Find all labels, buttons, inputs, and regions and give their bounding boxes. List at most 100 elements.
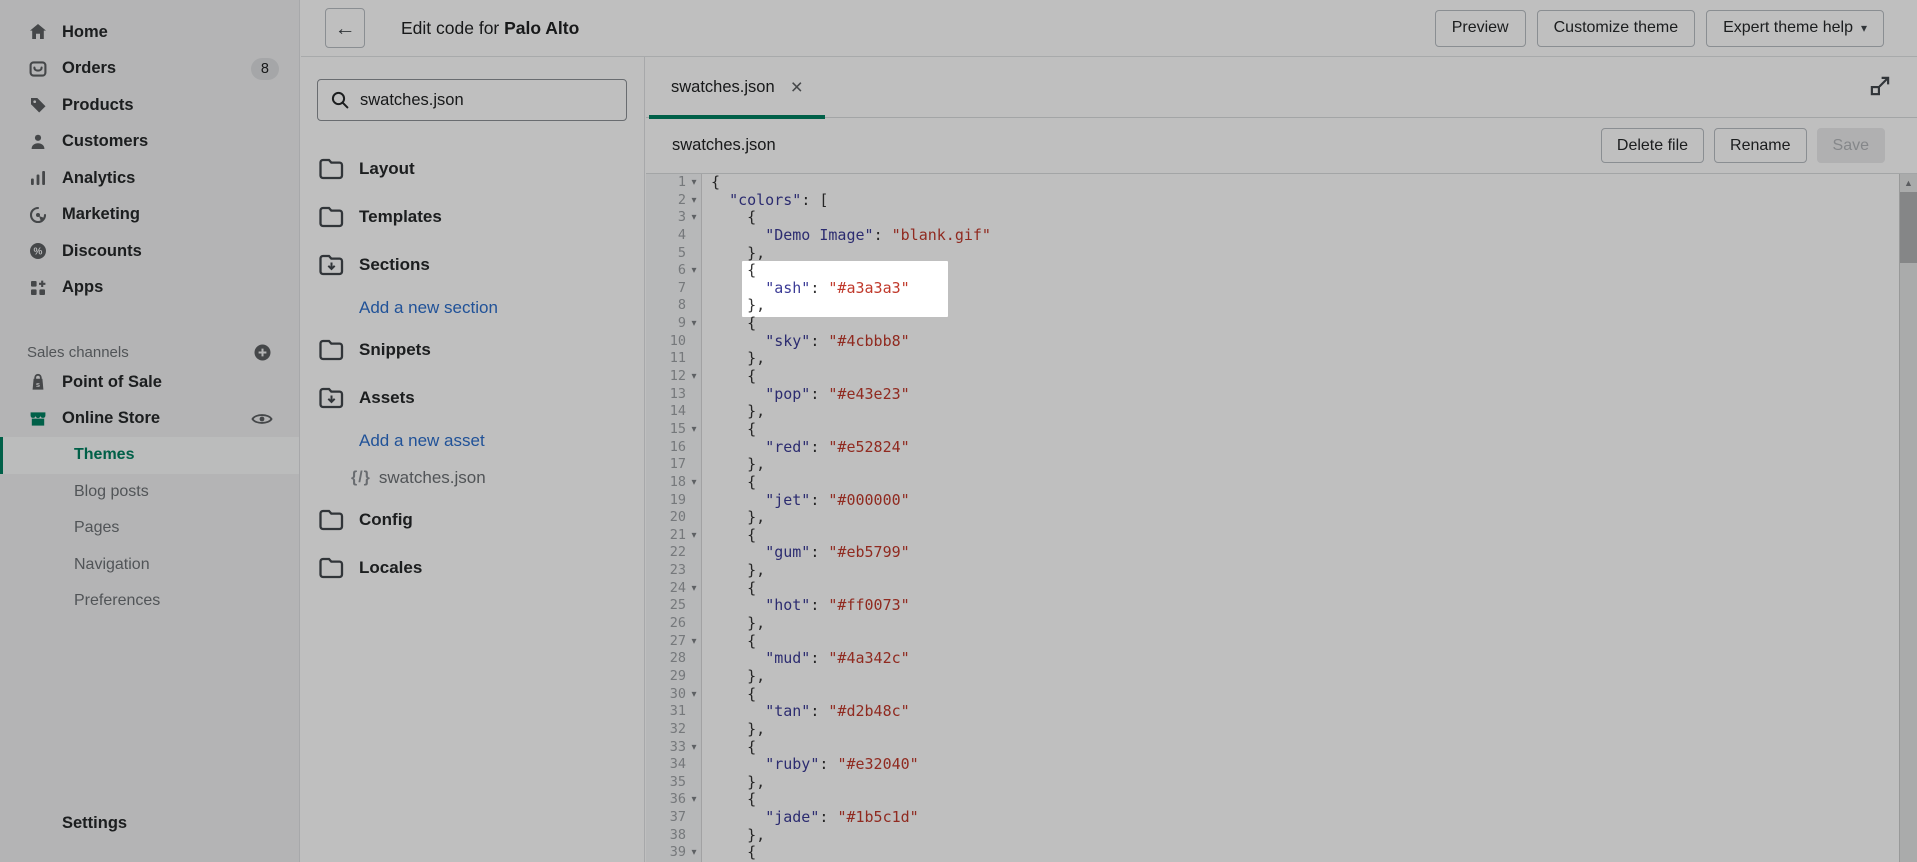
- file-swatches-json[interactable]: {/}swatches.json: [301, 459, 644, 496]
- code-line[interactable]: 35 },: [646, 774, 1899, 792]
- code-line[interactable]: 5 },: [646, 245, 1899, 263]
- code-line[interactable]: 3▾ {: [646, 209, 1899, 227]
- expert-theme-help-button[interactable]: Expert theme help ▾: [1706, 10, 1884, 47]
- fold-toggle-icon[interactable]: ▾: [686, 791, 702, 809]
- code-line[interactable]: 22 "gum": "#eb5799": [646, 544, 1899, 562]
- code-line[interactable]: 7 "ash": "#a3a3a3": [646, 280, 1899, 298]
- fold-toggle-icon[interactable]: ▾: [686, 474, 702, 492]
- add-sales-channel-button[interactable]: [254, 344, 271, 361]
- code-line[interactable]: 14 },: [646, 403, 1899, 421]
- code-line[interactable]: 20 },: [646, 509, 1899, 527]
- sidebar-item-preferences[interactable]: Preferences: [0, 583, 299, 620]
- fold-toggle-icon[interactable]: ▾: [686, 686, 702, 704]
- sidebar-item-discounts[interactable]: %Discounts: [0, 233, 299, 270]
- add-a-new-section-link[interactable]: Add a new section: [301, 289, 644, 326]
- back-button[interactable]: ←: [325, 8, 365, 48]
- code-line[interactable]: 39▾ {: [646, 844, 1899, 862]
- folder-sections[interactable]: Sections: [301, 241, 644, 289]
- fold-toggle-icon[interactable]: ▾: [686, 421, 702, 439]
- fold-toggle-icon[interactable]: ▾: [686, 368, 702, 386]
- customize-theme-button[interactable]: Customize theme: [1537, 10, 1696, 47]
- sidebar-item-navigation[interactable]: Navigation: [0, 547, 299, 584]
- code-line[interactable]: 17 },: [646, 456, 1899, 474]
- code-line[interactable]: 25 "hot": "#ff0073": [646, 597, 1899, 615]
- fold-toggle-icon[interactable]: ▾: [686, 192, 702, 210]
- code-line[interactable]: 23 },: [646, 562, 1899, 580]
- code-line[interactable]: 19 "jet": "#000000": [646, 492, 1899, 510]
- eye-icon[interactable]: [251, 411, 273, 427]
- fold-toggle-icon[interactable]: ▾: [686, 262, 702, 280]
- code-line[interactable]: 2▾ "colors": [: [646, 192, 1899, 210]
- code-line[interactable]: 10 "sky": "#4cbbb8": [646, 333, 1899, 351]
- folder-config[interactable]: Config: [301, 496, 644, 544]
- fold-toggle-icon[interactable]: ▾: [686, 527, 702, 545]
- fold-toggle-icon[interactable]: ▾: [686, 739, 702, 757]
- code-line[interactable]: 16 "red": "#e52824": [646, 439, 1899, 457]
- tab-swatches-json[interactable]: swatches.json ×: [649, 57, 825, 118]
- sidebar-item-orders[interactable]: Orders8: [0, 51, 299, 88]
- sidebar-item-online-store[interactable]: Online Store: [0, 401, 299, 438]
- add-a-new-asset-link[interactable]: Add a new asset: [301, 422, 644, 459]
- fold-toggle-icon[interactable]: ▾: [686, 580, 702, 598]
- code-line[interactable]: 15▾ {: [646, 421, 1899, 439]
- code-line[interactable]: 29 },: [646, 668, 1899, 686]
- fold-spacer: [686, 615, 702, 633]
- folder-assets[interactable]: Assets: [301, 374, 644, 422]
- code-line[interactable]: 33▾ {: [646, 739, 1899, 757]
- editor-scrollbar[interactable]: ▲: [1899, 174, 1917, 862]
- file-search-input[interactable]: [360, 91, 614, 110]
- code-line[interactable]: 30▾ {: [646, 686, 1899, 704]
- sidebar-item-settings[interactable]: Settings: [0, 806, 299, 843]
- sidebar-item-products[interactable]: Products: [0, 87, 299, 124]
- code-line[interactable]: 12▾ {: [646, 368, 1899, 386]
- code-line[interactable]: 24▾ {: [646, 580, 1899, 598]
- code-line[interactable]: 38 },: [646, 827, 1899, 845]
- fold-toggle-icon[interactable]: ▾: [686, 633, 702, 651]
- sidebar-item-pages[interactable]: Pages: [0, 510, 299, 547]
- sidebar-item-blog-posts[interactable]: Blog posts: [0, 474, 299, 511]
- code-line[interactable]: 11 },: [646, 350, 1899, 368]
- close-tab-icon[interactable]: ×: [791, 77, 803, 98]
- line-content: "ruby": "#e32040": [702, 756, 919, 774]
- rename-button[interactable]: Rename: [1714, 128, 1806, 163]
- code-line[interactable]: 27▾ {: [646, 633, 1899, 651]
- scroll-up-icon[interactable]: ▲: [1900, 178, 1917, 188]
- sidebar-item-home[interactable]: Home: [0, 14, 299, 51]
- file-search[interactable]: [317, 79, 627, 121]
- sidebar-item-analytics[interactable]: Analytics: [0, 160, 299, 197]
- code-line[interactable]: 13 "pop": "#e43e23": [646, 386, 1899, 404]
- code-area[interactable]: 1▾{2▾ "colors": [3▾ {4 "Demo Image": "bl…: [646, 174, 1899, 862]
- code-line[interactable]: 4 "Demo Image": "blank.gif": [646, 227, 1899, 245]
- delete-file-button[interactable]: Delete file: [1601, 128, 1704, 163]
- folder-layout[interactable]: Layout: [301, 145, 644, 193]
- scrollbar-thumb[interactable]: [1900, 192, 1917, 263]
- code-line[interactable]: 8 },: [646, 297, 1899, 315]
- code-line[interactable]: 26 },: [646, 615, 1899, 633]
- fullscreen-icon[interactable]: [1863, 70, 1897, 104]
- fold-toggle-icon[interactable]: ▾: [686, 844, 702, 862]
- code-line[interactable]: 31 "tan": "#d2b48c": [646, 703, 1899, 721]
- sidebar-item-themes[interactable]: Themes: [0, 437, 299, 474]
- sidebar-item-marketing[interactable]: Marketing: [0, 197, 299, 234]
- code-line[interactable]: 21▾ {: [646, 527, 1899, 545]
- code-line[interactable]: 37 "jade": "#1b5c1d": [646, 809, 1899, 827]
- code-line[interactable]: 1▾{: [646, 174, 1899, 192]
- sidebar-item-customers[interactable]: Customers: [0, 124, 299, 161]
- code-line[interactable]: 28 "mud": "#4a342c": [646, 650, 1899, 668]
- folder-templates[interactable]: Templates: [301, 193, 644, 241]
- folder-snippets[interactable]: Snippets: [301, 326, 644, 374]
- sidebar-item-apps[interactable]: Apps: [0, 270, 299, 307]
- fold-toggle-icon[interactable]: ▾: [686, 315, 702, 333]
- fold-toggle-icon[interactable]: ▾: [686, 209, 702, 227]
- folder-locales[interactable]: Locales: [301, 544, 644, 592]
- code-line[interactable]: 6▾ {: [646, 262, 1899, 280]
- code-line[interactable]: 34 "ruby": "#e32040": [646, 756, 1899, 774]
- fold-toggle-icon[interactable]: ▾: [686, 174, 702, 192]
- code-line[interactable]: 36▾ {: [646, 791, 1899, 809]
- code-line[interactable]: 9▾ {: [646, 315, 1899, 333]
- code-line[interactable]: 32 },: [646, 721, 1899, 739]
- preview-button[interactable]: Preview: [1435, 10, 1526, 47]
- save-button[interactable]: Save: [1817, 128, 1885, 163]
- sidebar-item-point-of-sale[interactable]: sPoint of Sale: [0, 364, 299, 401]
- code-line[interactable]: 18▾ {: [646, 474, 1899, 492]
